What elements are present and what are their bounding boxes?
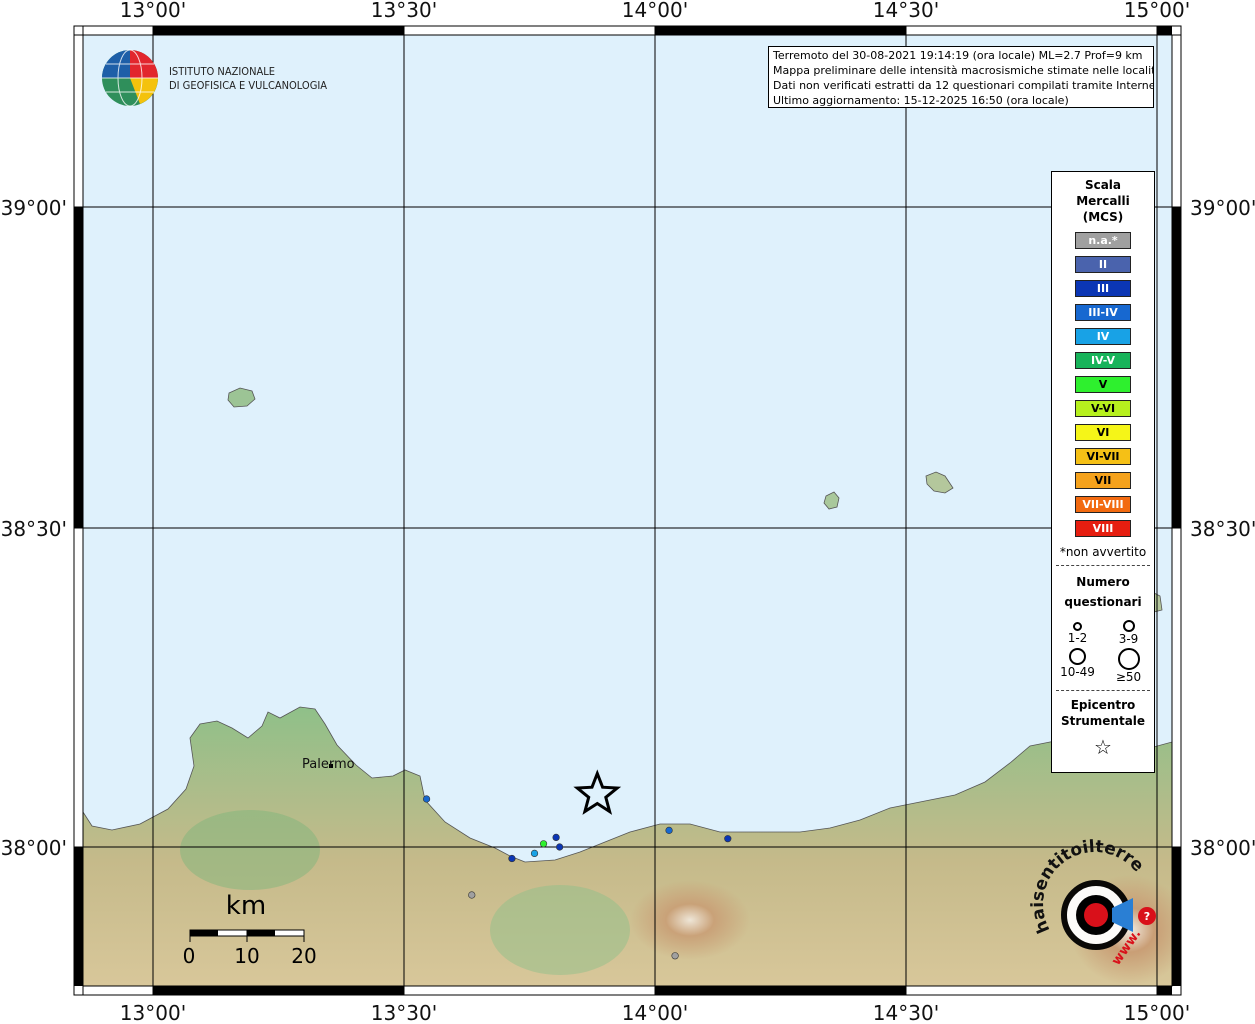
longitude-labels-top: 13°00' 13°30' 14°00' 14°30' 15°00' [120, 0, 1190, 22]
circle-icon [1117, 648, 1140, 670]
city-palermo: Palermo [302, 757, 355, 772]
lon-label: 14°00' [622, 1001, 688, 1024]
intensity-swatch: IV-V [1075, 352, 1131, 369]
info-line: Terremoto del 30-08-2021 19:14:19 (ora l… [773, 49, 1143, 62]
lon-label: 14°00' [622, 0, 688, 22]
intensity-swatch: VII-VIII [1075, 496, 1131, 513]
legend-divider [1056, 565, 1150, 566]
lat-label: 39°00' [1, 196, 67, 220]
intensity-swatch: VII [1075, 472, 1131, 489]
logo-line1: ISTITUTO NAZIONALE [169, 65, 275, 78]
lat-label: 38°00' [1190, 836, 1255, 860]
lon-label: 14°30' [873, 0, 939, 22]
count-bin: 1-2 [1052, 618, 1103, 646]
scale-unit: km [226, 891, 266, 921]
intensity-swatch: III [1075, 280, 1131, 297]
intensity-point[interactable] [671, 952, 679, 960]
legend-title: Scala Mercalli (MCS) [1076, 178, 1130, 224]
legend-divider [1056, 690, 1150, 691]
intensity-swatch: II [1075, 256, 1131, 273]
intensity-point[interactable] [422, 795, 431, 803]
svg-text:?: ? [1144, 910, 1150, 923]
intensity-point[interactable] [556, 843, 564, 851]
intensity-point[interactable] [508, 854, 516, 863]
intensity-swatches: n.a.* II III III-IV IV IV-V V V-VI VI VI-VII VII VI… [1052, 232, 1154, 537]
circle-icon [1122, 620, 1135, 632]
legend-panel: Scala Mercalli (MCS) n.a.* II III III-IV IV I… [1051, 171, 1155, 773]
intensity-point[interactable] [552, 833, 560, 842]
intensity-point[interactable] [468, 891, 476, 899]
intensity-point[interactable] [724, 835, 732, 843]
count-bin: 3-9 [1103, 618, 1154, 646]
na-note: *non avvertito [1059, 545, 1147, 559]
epicenter-title: Epicentro Strumentale [1060, 698, 1146, 728]
count-bin: 10-49 [1052, 648, 1103, 684]
scale-tick-10: 10 [234, 944, 259, 968]
intensity-swatch: V-VI [1075, 400, 1131, 417]
lon-label: 14°30' [873, 1001, 939, 1024]
lon-label: 13°30' [371, 1001, 437, 1024]
lon-label: 13°00' [120, 0, 186, 22]
latitude-labels-right: 39°00' 38°30' 38°00' [1190, 196, 1255, 860]
star-icon: ☆ [1094, 735, 1112, 759]
scale-tick-0: 0 [183, 944, 196, 968]
intensity-swatch: VI [1075, 424, 1131, 441]
lat-label: 39°00' [1190, 196, 1255, 220]
circle-icon [1069, 648, 1086, 665]
logo-line2: DI GEOFISICA E VULCANOLOGIA [169, 79, 327, 92]
lon-label: 13°00' [120, 1001, 186, 1024]
longitude-labels-bottom: 13°00' 13°30' 14°00' 14°30' 15°00' [120, 1001, 1190, 1024]
intensity-point[interactable] [530, 849, 539, 858]
count-bin: ≥50 [1103, 648, 1154, 684]
intensity-swatch: VI-VII [1075, 448, 1131, 465]
count-bins: 1-2 3-9 10-49 ≥50 [1052, 618, 1154, 684]
lon-label: 15°00' [1124, 1001, 1190, 1024]
city-label: Palermo [302, 757, 355, 772]
lon-label: 15°00' [1124, 0, 1190, 22]
info-line: Ultimo aggiornamento: 15-12-2025 16:50 (… [773, 94, 1069, 107]
intensity-swatch: III-IV [1075, 304, 1131, 321]
intensity-swatch: n.a.* [1075, 232, 1131, 249]
intensity-swatch: IV [1075, 328, 1131, 345]
info-line: Mappa preliminare delle intensità macros… [773, 64, 1154, 77]
event-info-box: Terremoto del 30-08-2021 19:14:19 (ora l… [768, 46, 1154, 108]
intensity-point[interactable] [539, 840, 548, 848]
lat-label: 38°30' [1190, 517, 1255, 541]
intensity-swatch: V [1075, 376, 1131, 393]
intensity-swatch: VIII [1075, 520, 1131, 537]
lon-label: 13°30' [371, 0, 437, 22]
scale-tick-20: 20 [291, 944, 316, 968]
intensity-point[interactable] [665, 826, 673, 834]
lat-label: 38°00' [1, 836, 67, 860]
latitude-labels-left: 39°00' 38°30' 38°00' [1, 196, 67, 860]
lat-label: 38°30' [1, 517, 67, 541]
info-line: Dati non verificati estratti da 12 quest… [773, 79, 1154, 92]
count-title: Numero questionari [1064, 575, 1142, 609]
circle-icon [1073, 622, 1082, 631]
